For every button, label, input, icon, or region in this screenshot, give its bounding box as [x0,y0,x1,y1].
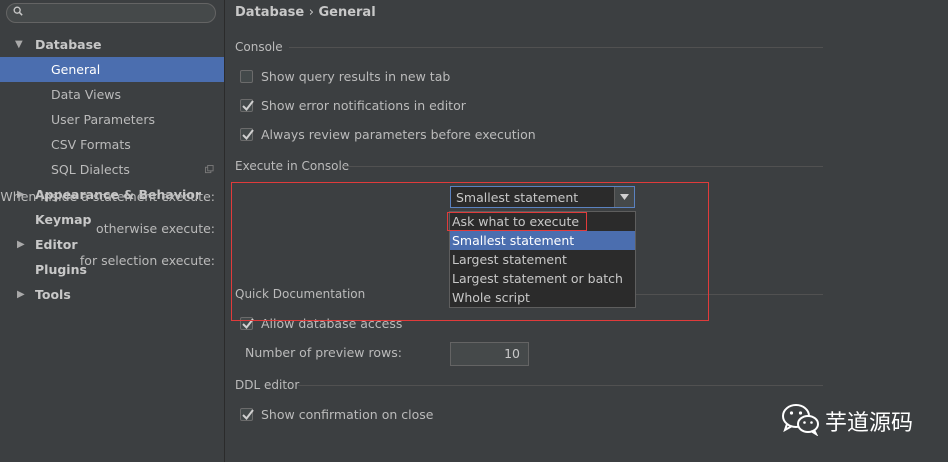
dropdown-option-largest[interactable]: Largest statement [450,250,635,269]
settings-panel: Database › General Console Show query re… [0,0,948,462]
sidebar-item-data-views[interactable]: Data Views [0,82,224,107]
checkbox-show-confirmation[interactable] [240,408,254,421]
separator [289,47,823,48]
dropdown-option-ask[interactable]: Ask what to execute [450,212,635,231]
section-title-execute: Execute in Console [235,159,350,173]
checkbox-label: Show error notifications in editor [261,98,466,113]
section-title-ddl-editor: DDL editor [235,378,300,392]
breadcrumb-parent: Database [235,5,305,20]
sidebar-item-csv-formats[interactable]: CSV Formats [0,132,224,157]
inside-statement-select[interactable]: Smallest statement [450,186,635,208]
select-value: Smallest statement [456,190,579,205]
separator [343,166,823,167]
sidebar-item-tools[interactable]: ▶ Tools [0,282,224,307]
sidebar-item-label: Tools [35,287,71,302]
sidebar-item-label: User Parameters [51,112,156,127]
sidebar-item-label: Editor [35,237,78,252]
sidebar-item-label: Keymap [35,212,92,227]
chevron-down-icon [620,194,629,200]
sidebar-item-label: Database [35,37,102,52]
checkbox-label: Show query results in new tab [261,69,451,84]
project-settings-icon [205,165,214,174]
checkmark-icon [242,129,254,141]
separator [636,294,823,295]
expand-arrow-icon[interactable]: ▼ [15,32,23,57]
otherwise-execute-label: otherwise execute: [96,221,215,236]
checkbox-allow-database-access[interactable] [240,317,254,330]
dropdown-option-whole-script[interactable]: Whole script [450,288,635,307]
separator [298,385,823,386]
preview-rows-label: Number of preview rows: [245,345,402,360]
checkmark-icon [242,318,254,330]
breadcrumb-separator: › [308,5,314,20]
checkbox-review-parameters[interactable] [240,128,254,141]
breadcrumb-current: General [318,5,376,20]
checkbox-label: Show confirmation on close [261,407,434,422]
sidebar-item-database[interactable]: ▼ Database [0,32,224,57]
wechat-icon [782,404,819,436]
sidebar-item-label: General [51,62,101,77]
preview-rows-input[interactable]: 10 [450,342,529,366]
checkbox-show-error-notifications[interactable] [240,99,254,112]
sidebar-item-label: CSV Formats [51,137,131,152]
inside-statement-label: When inside a statement execute: [0,189,215,204]
search-icon [13,6,23,16]
watermark-text: 芋道源码 [825,411,914,436]
breadcrumb: Database › General [235,5,376,20]
section-title-quick-documentation: Quick Documentation [235,287,366,301]
checkbox-label: Allow database access [261,316,403,331]
checkbox-show-query-results[interactable] [240,70,253,83]
section-title-console: Console [235,40,283,54]
dropdown-option-largest-batch[interactable]: Largest statement or batch [450,269,635,288]
search-input[interactable] [6,3,216,23]
sidebar-item-label: Data Views [51,87,121,102]
checkmark-icon [242,409,254,421]
selection-execute-label: for selection execute: [79,253,215,268]
sidebar-item-general[interactable]: General [0,57,224,82]
checkbox-label: Always review parameters before executio… [261,127,536,142]
expand-arrow-icon[interactable]: ▶ [17,282,25,307]
expand-arrow-icon[interactable]: ▶ [17,232,25,257]
sidebar-item-label: SQL Dialects [51,162,130,177]
dropdown-button[interactable] [614,187,634,207]
checkmark-icon [242,100,254,112]
dropdown-option-smallest[interactable]: Smallest statement [450,231,635,250]
execute-options-dropdown[interactable]: Ask what to execute Smallest statement L… [449,211,636,308]
sidebar-item-sql-dialects[interactable]: SQL Dialects [0,157,224,182]
sidebar-item-user-parameters[interactable]: User Parameters [0,107,224,132]
